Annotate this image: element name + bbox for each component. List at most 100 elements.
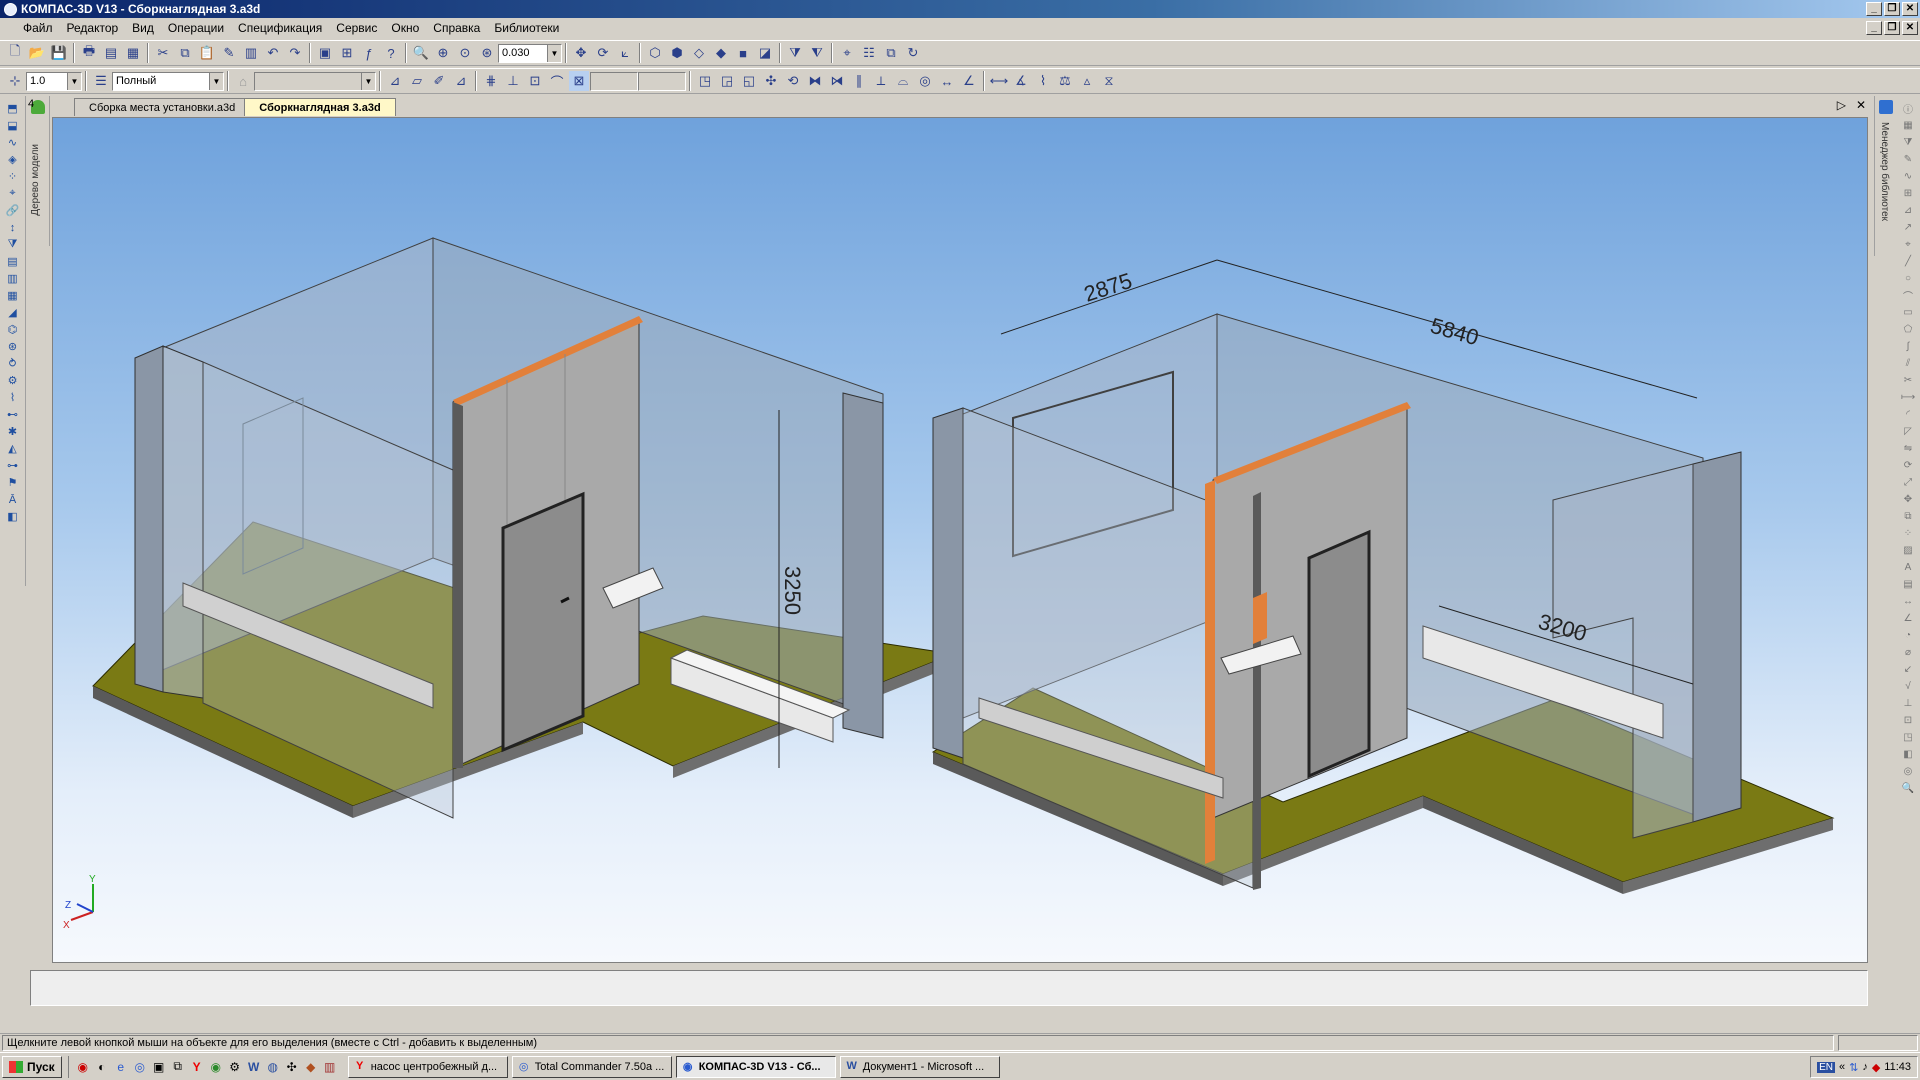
- elements-icon[interactable]: ▦: [4, 287, 22, 304]
- tray-expand-button[interactable]: «: [1839, 1061, 1845, 1073]
- springs-icon[interactable]: ⌇: [4, 389, 22, 406]
- diameter-icon[interactable]: ⌀: [1899, 644, 1917, 661]
- menu-specification[interactable]: Спецификация: [231, 21, 329, 35]
- text-icon[interactable]: Ā: [4, 491, 22, 508]
- doc-minimize-button[interactable]: _: [1866, 21, 1882, 35]
- box-icon[interactable]: ◆: [303, 1059, 319, 1075]
- radius-icon[interactable]: ◔: [1899, 627, 1917, 644]
- assembly-tools-icon[interactable]: ⬒: [4, 100, 22, 117]
- doc-close-button[interactable]: ✕: [1902, 21, 1918, 35]
- spline-icon[interactable]: ∫: [1899, 338, 1917, 355]
- view-mode-combo[interactable]: Полный ▼: [112, 71, 224, 91]
- start-button[interactable]: Пуск: [2, 1055, 62, 1078]
- move-component-icon[interactable]: ✣: [761, 71, 781, 91]
- roughness-icon[interactable]: √: [1899, 678, 1917, 695]
- filter-icon[interactable]: ⧩: [785, 43, 805, 63]
- sheet-metal-icon[interactable]: ◢: [4, 304, 22, 321]
- arrays-icon[interactable]: ⁘: [4, 168, 22, 185]
- opera-icon[interactable]: ◉: [75, 1059, 91, 1075]
- halftone-icon[interactable]: ◆: [711, 43, 731, 63]
- menu-view[interactable]: Вид: [125, 21, 161, 35]
- antivirus-icon[interactable]: ◆: [1872, 1061, 1880, 1074]
- edit-icon[interactable]: ✎: [1899, 151, 1917, 168]
- undo-icon[interactable]: ↶: [263, 43, 283, 63]
- bolts-icon[interactable]: ⊶: [4, 457, 22, 474]
- surfaces-icon[interactable]: ◈: [4, 151, 22, 168]
- snap-point-icon[interactable]: ⊡: [525, 71, 545, 91]
- manager-icon[interactable]: ▣: [315, 43, 335, 63]
- layout-icon[interactable]: ▦: [123, 43, 143, 63]
- task-yandex[interactable]: Y насос центробежный д...: [347, 1055, 508, 1078]
- chevron-down-icon[interactable]: ▼: [67, 72, 81, 90]
- library-manager-tab[interactable]: Менеджер библиотек: [1874, 96, 1896, 256]
- clipboard-icon[interactable]: ⧉: [170, 1059, 186, 1075]
- mass-props-icon[interactable]: ⚖: [1055, 71, 1075, 91]
- spatial-curves-icon[interactable]: ∿: [4, 134, 22, 151]
- grid-icon[interactable]: ⊞: [1899, 185, 1917, 202]
- zoom-scale-icon[interactable]: ⊛: [477, 43, 497, 63]
- doc-restore-button[interactable]: ❐: [1884, 21, 1900, 35]
- tab-close-button[interactable]: ✕: [1856, 98, 1866, 112]
- text-icon[interactable]: A: [1899, 559, 1917, 576]
- extend-icon[interactable]: ⟼: [1899, 389, 1917, 406]
- edit-assembly-icon[interactable]: ◳: [695, 71, 715, 91]
- fasteners-icon[interactable]: ⚙: [4, 372, 22, 389]
- mate-icon[interactable]: ⧓: [805, 71, 825, 91]
- perspective-icon[interactable]: ◪: [755, 43, 775, 63]
- grid-icon[interactable]: ⋕: [481, 71, 501, 91]
- selection-filters-icon[interactable]: ⧩: [4, 236, 22, 253]
- 3d-viewport[interactable]: 3250 2875 5840 3200 Y X Z: [52, 117, 1868, 963]
- chevron-down-icon[interactable]: ▼: [209, 72, 223, 90]
- redo-icon[interactable]: ↷: [285, 43, 305, 63]
- local-cs-icon[interactable]: ⊿: [385, 71, 405, 91]
- markers-icon[interactable]: ⚑: [4, 474, 22, 491]
- pan-icon[interactable]: ✥: [571, 43, 591, 63]
- menu-libraries[interactable]: Библиотеки: [487, 21, 566, 35]
- app-icon[interactable]: ◐: [94, 1059, 110, 1075]
- lofts-icon[interactable]: ◭: [4, 440, 22, 457]
- tree-icon[interactable]: ⧉: [881, 43, 901, 63]
- paste-icon[interactable]: 📋: [197, 43, 217, 63]
- print-icon[interactable]: 🖶: [79, 43, 99, 63]
- kompas-icon[interactable]: ◎: [132, 1059, 148, 1075]
- layers-icon[interactable]: ☰: [91, 71, 111, 91]
- zoom-icon[interactable]: 🔍: [1899, 780, 1917, 797]
- spec-icon[interactable]: ▥: [241, 43, 261, 63]
- sketch-icon[interactable]: ✐: [429, 71, 449, 91]
- part-edit-icon[interactable]: ⬓: [4, 117, 22, 134]
- zoom-all-icon[interactable]: ⊙: [455, 43, 475, 63]
- measure-icon[interactable]: ⊿: [451, 71, 471, 91]
- measure-distance-icon[interactable]: ⟷: [989, 71, 1009, 91]
- angle-dim-icon[interactable]: ∠: [1899, 610, 1917, 627]
- welds-icon[interactable]: ⊛: [4, 338, 22, 355]
- measure-angle-icon[interactable]: ∡: [1011, 71, 1031, 91]
- kompas-alt-icon[interactable]: ◍: [265, 1059, 281, 1075]
- restore-button[interactable]: ❐: [1884, 2, 1900, 16]
- close-button[interactable]: ✕: [1902, 2, 1918, 16]
- dimensions-icon[interactable]: ↕: [4, 219, 22, 236]
- tool-icon[interactable]: ✣: [284, 1059, 300, 1075]
- library-icon[interactable]: ☷: [859, 43, 879, 63]
- table-icon[interactable]: ▦: [1899, 117, 1917, 134]
- settings-icon[interactable]: ⚙: [227, 1059, 243, 1075]
- chevron-down-icon[interactable]: ▼: [547, 44, 561, 62]
- mates-icon[interactable]: 🔗: [4, 202, 22, 219]
- polygon-icon[interactable]: ⬠: [1899, 321, 1917, 338]
- word-icon[interactable]: W: [246, 1059, 262, 1075]
- parallel-icon[interactable]: ∥: [849, 71, 869, 91]
- function-icon[interactable]: ƒ: [359, 43, 379, 63]
- coincident-icon[interactable]: ⧒: [827, 71, 847, 91]
- distance-icon[interactable]: ↔: [937, 71, 957, 91]
- zoom-combo[interactable]: 0.030 ▼: [498, 43, 562, 63]
- task-word[interactable]: W Документ1 - Microsoft ...: [839, 1055, 1000, 1078]
- snap-icon[interactable]: ⌖: [837, 43, 857, 63]
- tolerance-icon[interactable]: ⊡: [1899, 712, 1917, 729]
- open-icon[interactable]: 📂: [27, 43, 47, 63]
- detail-icon[interactable]: ◎: [1899, 763, 1917, 780]
- orientation-icon[interactable]: ⟀: [615, 43, 635, 63]
- rect-icon[interactable]: ▭: [1899, 304, 1917, 321]
- properties-icon[interactable]: ✎: [219, 43, 239, 63]
- ortho-icon[interactable]: ⊥: [503, 71, 523, 91]
- step-combo[interactable]: 1.0 ▼: [26, 71, 82, 91]
- archive-icon[interactable]: ▥: [322, 1059, 338, 1075]
